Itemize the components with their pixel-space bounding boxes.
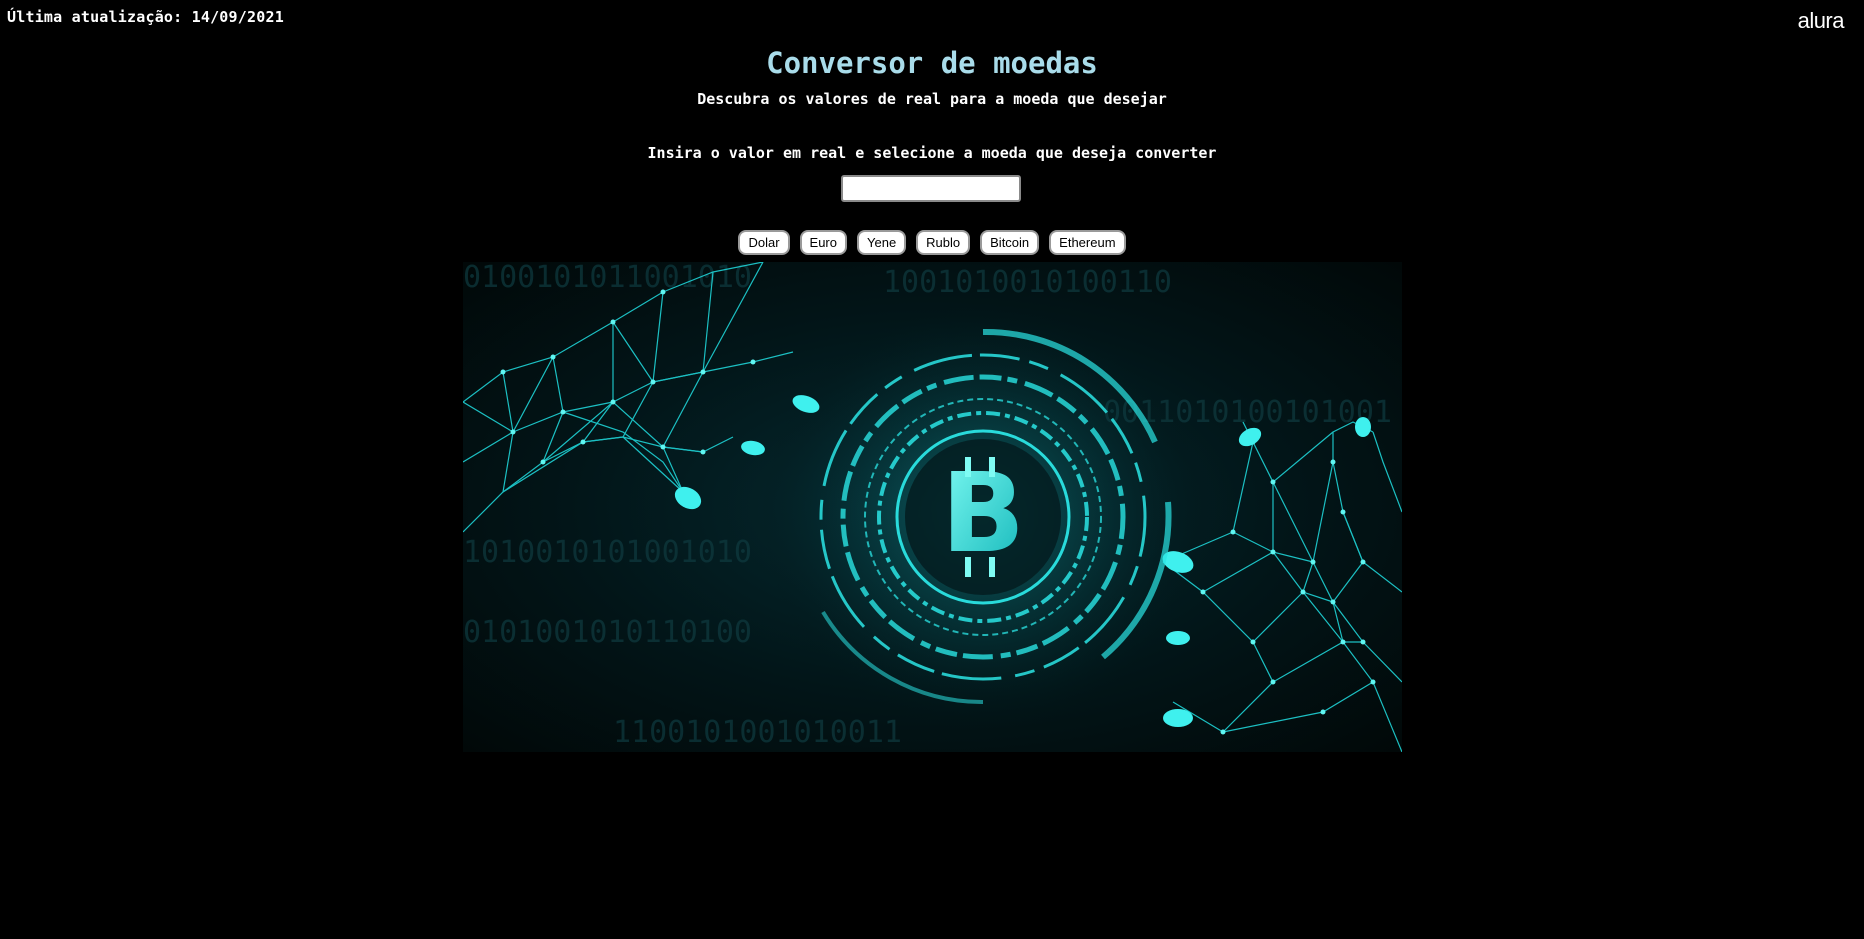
- currency-buttons: Dolar Euro Yene Rublo Bitcoin Ethereum: [0, 230, 1864, 255]
- bitcoin-icon: B: [905, 439, 1061, 595]
- dolar-button[interactable]: Dolar: [738, 230, 790, 255]
- page-title: Conversor de moedas: [766, 46, 1098, 80]
- input-instruction: Insira o valor em real e selecione a moe…: [647, 144, 1217, 162]
- euro-button[interactable]: Euro: [799, 230, 847, 255]
- binary-row: 1010010101001010: [463, 535, 752, 570]
- amount-input[interactable]: [841, 175, 1021, 202]
- binary-row: 0101001010110100: [463, 615, 752, 650]
- left-hand-graphic: [463, 262, 794, 533]
- bitcoin-symbol: B: [941, 449, 1025, 577]
- rublo-button[interactable]: Rublo: [916, 230, 971, 255]
- binary-row: 1100101001010011: [613, 715, 902, 750]
- yene-button[interactable]: Yene: [857, 230, 907, 255]
- alura-logo[interactable]: alura: [1798, 8, 1845, 34]
- bitcoin-hero-image: 0100101011001010 1001010010100110 001101…: [463, 262, 1402, 752]
- bitcoin-button[interactable]: Bitcoin: [980, 230, 1040, 255]
- page-subtitle: Descubra os valores de real para a moeda…: [697, 90, 1167, 108]
- last-update-text: Última atualização: 14/09/2021: [7, 8, 284, 26]
- right-hand-nodes: [1200, 439, 1376, 735]
- left-hand-nodes: [500, 289, 756, 495]
- ethereum-button[interactable]: Ethereum: [1049, 230, 1126, 255]
- binary-row: 0100101011001010: [463, 262, 752, 295]
